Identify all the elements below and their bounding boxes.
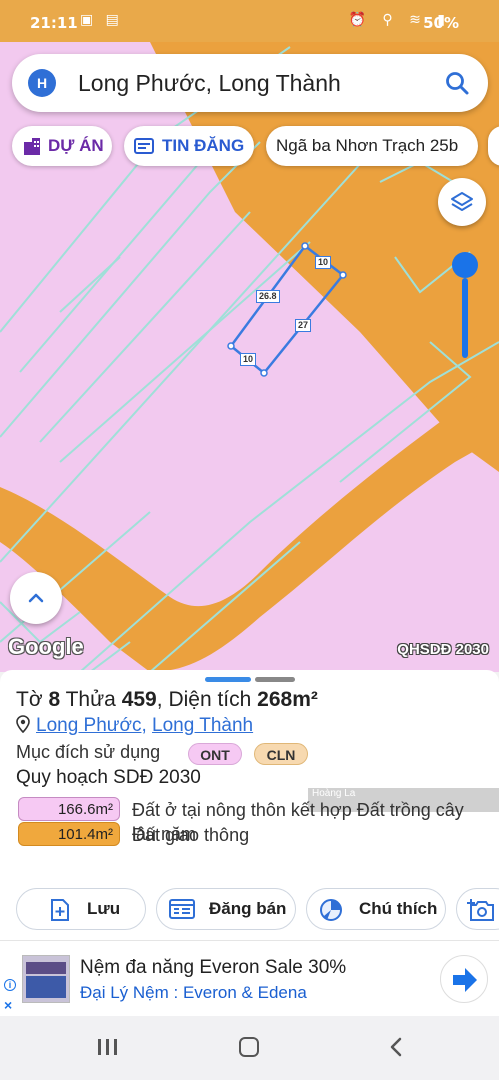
sheet-handle[interactable]	[205, 677, 251, 682]
search-location-text[interactable]: Long Phước, Long Thành	[78, 70, 341, 97]
purpose-badge: CLN	[254, 743, 308, 765]
opacity-slider[interactable]	[452, 252, 478, 362]
system-nav-bar	[0, 1016, 499, 1080]
ad-banner[interactable]: i × Nệm đa năng Everon Sale 30% Đại Lý N…	[0, 940, 499, 1016]
ad-info-icon[interactable]: i	[4, 979, 16, 991]
legend-icon	[320, 899, 342, 921]
parcel-location: Long Phước, Long Thành	[16, 715, 253, 737]
slider-track[interactable]	[462, 278, 468, 358]
save-icon	[51, 899, 69, 921]
tin-dang-label: TIN ĐĂNG	[162, 136, 245, 155]
post-listing-icon	[169, 899, 195, 919]
battery-level: 50%	[423, 14, 459, 32]
du-an-label: DỰ ÁN	[48, 136, 104, 155]
du-an-chip[interactable]: DỰ ÁN	[12, 126, 112, 166]
district-link[interactable]: Long Thành	[152, 715, 253, 736]
building-icon	[24, 138, 40, 155]
back-icon[interactable]	[386, 1036, 408, 1058]
layers-icon	[451, 192, 473, 211]
sheet-handle-secondary	[255, 677, 295, 682]
ad-thumbnail[interactable]	[22, 955, 70, 1003]
camera-add-icon	[467, 899, 494, 921]
tin-dang-chip[interactable]: TIN ĐĂNG	[124, 126, 254, 166]
camera-button[interactable]	[456, 888, 499, 930]
nga-ba-label: Ngã ba Nhơn Trạch 25b	[276, 136, 459, 155]
notification-icons: ▣ ▤	[80, 12, 123, 28]
status-time: 21:11	[30, 14, 78, 32]
home-icon[interactable]	[238, 1036, 260, 1058]
arrow-right-icon	[453, 968, 477, 992]
listing-icon	[134, 138, 154, 154]
location-pin-icon	[16, 715, 30, 733]
search-bar[interactable]: H Long Phước, Long Thành	[12, 54, 488, 112]
purpose-badge: ONT	[188, 743, 242, 765]
parcel-edge-label: 27	[295, 319, 312, 332]
google-attribution: Google	[8, 634, 84, 659]
ad-close-icon[interactable]: ×	[4, 997, 12, 1013]
ward-link[interactable]: Long Phước	[36, 715, 141, 736]
parcel-edge-label: 26.8	[256, 290, 280, 303]
purpose-label: Mục đích sử dụng	[16, 742, 161, 762]
parcel-info-sheet[interactable]: Tờ 8 Thửa 459, Diện tích 268m² Long Phướ…	[0, 670, 499, 940]
recent-apps-icon[interactable]	[96, 1036, 120, 1058]
plan-item-description: Đất giao thông	[132, 825, 250, 845]
ad-go-button[interactable]	[440, 955, 488, 1003]
plan-title: Quy hoạch SDĐ 2030	[16, 767, 201, 788]
legend-button[interactable]: Chú thích	[306, 888, 446, 930]
ad-title[interactable]: Nệm đa năng Everon Sale 30%	[80, 957, 346, 979]
post-sale-button[interactable]: Đăng bán	[156, 888, 296, 930]
layers-button[interactable]	[438, 178, 486, 226]
ad-subtitle[interactable]: Đại Lý Nệm : Everon & Edena	[80, 983, 307, 1003]
plan-item-area: 101.4m²	[18, 822, 120, 846]
legend-label: Chú thích	[359, 899, 438, 918]
post-sale-label: Đăng bán	[209, 899, 287, 918]
status-bar: 21:11 ▣ ▤ ⏰ ⚲ ≋ ▮ 50%	[0, 0, 499, 42]
nga-ba-chip[interactable]: Ngã ba Nhơn Trạch 25b	[266, 126, 478, 166]
expand-button[interactable]	[10, 572, 62, 624]
slider-knob[interactable]	[452, 252, 478, 278]
chevron-up-icon	[28, 593, 44, 603]
search-icon[interactable]	[444, 70, 470, 96]
parcel-title: Tờ 8 Thửa 459, Diện tích 268m²	[16, 688, 318, 711]
parcel-edge-label: 10	[315, 256, 332, 269]
parcel-edge-label: 10	[240, 353, 257, 366]
save-button[interactable]: Lưu	[16, 888, 146, 930]
map-layer-label: QHSDĐ 2030	[397, 641, 489, 658]
app-logo-icon: H	[28, 69, 56, 97]
plan-item-area: 166.6m²	[18, 797, 120, 821]
save-label: Lưu	[87, 899, 121, 918]
